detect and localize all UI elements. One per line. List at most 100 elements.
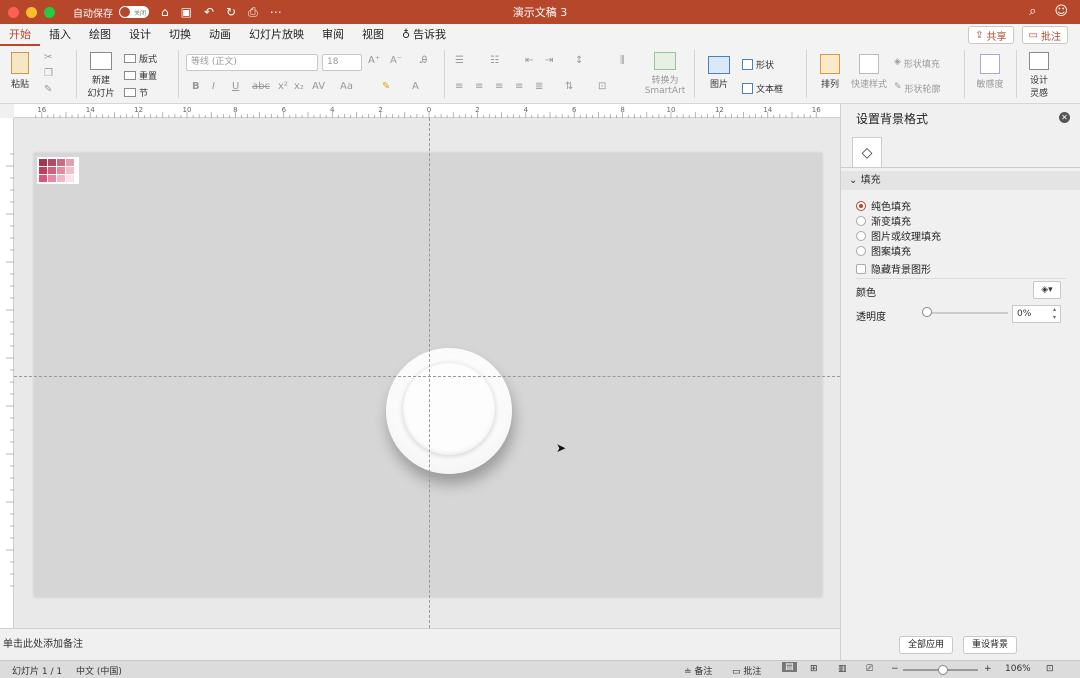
convert-smartart-button[interactable]: 转换为 SmartArt — [640, 52, 690, 96]
slide[interactable] — [34, 153, 822, 597]
share-button[interactable]: ⇪ 共享 — [968, 26, 1014, 44]
columns-icon[interactable]: ⫼ — [620, 55, 625, 66]
strikethrough-icon[interactable]: abc — [252, 81, 270, 92]
save-icon[interactable]: ▣ — [181, 5, 192, 20]
shape-outline-button[interactable]: ✎ 形状轮廓 — [894, 82, 941, 95]
apply-all-button[interactable]: 全部应用 — [899, 636, 954, 654]
picture-fill-radio[interactable] — [856, 230, 866, 241]
color-swatch-image[interactable] — [37, 157, 79, 184]
italic-icon[interactable]: I — [212, 81, 215, 92]
slide-canvas[interactable]: ➤ — [14, 118, 840, 628]
option-pattern-fill[interactable]: 图案填充 — [856, 243, 911, 258]
format-painter-icon[interactable]: ✎ — [44, 84, 52, 95]
section-button[interactable]: 节 — [124, 86, 148, 99]
language-status[interactable]: 中文 (中国) — [76, 664, 122, 677]
increase-font-icon[interactable]: A⁺ — [368, 55, 380, 66]
search-icon[interactable]: ⌕ — [1029, 4, 1036, 19]
distribute-icon[interactable]: ≣ — [535, 81, 543, 92]
tab-transitions[interactable]: 切换 — [160, 24, 200, 46]
color-picker-button[interactable]: ◈▾ — [1033, 281, 1061, 299]
tab-insert[interactable]: 插入 — [40, 24, 80, 46]
normal-view-icon[interactable]: ▤ — [782, 662, 797, 672]
zoom-out-button[interactable]: − — [891, 664, 899, 674]
arrange-button[interactable]: 排列 — [814, 54, 846, 90]
print-icon[interactable]: ⎙ — [248, 5, 258, 20]
fill-section-header[interactable]: ⌄ 填充 — [841, 171, 1080, 190]
tab-draw[interactable]: 绘图 — [80, 24, 120, 46]
char-spacing-icon[interactable]: AV — [312, 81, 325, 92]
font-name-select[interactable]: 等线 (正文) — [186, 54, 318, 71]
line-spacing-icon[interactable]: ↕ — [575, 55, 583, 66]
zoom-in-button[interactable]: + — [984, 664, 992, 674]
gradient-fill-radio[interactable] — [856, 215, 866, 226]
change-case-icon[interactable]: Aa — [340, 81, 353, 92]
underline-icon[interactable]: U — [232, 81, 239, 92]
reading-view-icon[interactable]: ▥ — [838, 664, 847, 674]
textbox-button[interactable]: 文本框 — [742, 82, 783, 95]
slideshow-icon[interactable]: ⎚ — [866, 664, 873, 674]
horizontal-guide[interactable] — [14, 376, 840, 377]
transparency-slider[interactable] — [926, 312, 1008, 314]
decrease-font-icon[interactable]: A⁻ — [390, 55, 402, 66]
option-picture-fill[interactable]: 图片或纹理填充 — [856, 228, 941, 243]
fill-tab-icon[interactable]: ◇ — [852, 137, 882, 167]
fit-window-icon[interactable]: ⊡ — [1046, 664, 1054, 674]
subscript-icon[interactable]: x₂ — [294, 81, 304, 92]
bullets-icon[interactable]: ☰ — [455, 55, 464, 66]
reset-background-button[interactable]: 重设背景 — [963, 636, 1018, 654]
reset-button[interactable]: 重置 — [124, 69, 157, 82]
highlight-icon[interactable]: ✎ — [382, 81, 390, 92]
align-text-icon[interactable]: ⊡ — [598, 81, 606, 92]
option-solid-fill[interactable]: 纯色填充 — [856, 198, 911, 213]
designer-button[interactable]: 设计 灵感 — [1024, 52, 1054, 99]
cut-icon[interactable]: ✂ — [44, 52, 52, 63]
quick-styles-button[interactable]: 快速样式 — [850, 54, 888, 90]
justify-icon[interactable]: ≡ — [515, 81, 523, 92]
tab-view[interactable]: 视图 — [353, 24, 393, 46]
layout-button[interactable]: 版式 — [124, 52, 157, 65]
font-size-select[interactable]: 18 — [322, 54, 362, 71]
hide-bg-checkbox[interactable] — [856, 263, 866, 274]
shape-button[interactable]: 形状 — [742, 58, 774, 71]
notes-toggle[interactable]: ≐ 备注 — [684, 664, 712, 677]
more-icon[interactable]: ⋯ — [270, 5, 282, 20]
close-window-button[interactable] — [8, 6, 19, 18]
transparency-input[interactable]: 0% — [1012, 305, 1061, 323]
maximize-window-button[interactable] — [44, 6, 55, 18]
notes-area[interactable]: 单击此处添加备注 — [0, 628, 840, 660]
plate-outer-shape[interactable] — [386, 348, 512, 474]
superscript-icon[interactable]: x² — [278, 81, 288, 92]
increase-indent-icon[interactable]: ⇥ — [545, 55, 553, 66]
zoom-level[interactable]: 106% — [1005, 664, 1031, 674]
transparency-slider-thumb[interactable] — [922, 307, 932, 317]
decrease-indent-icon[interactable]: ⇤ — [525, 55, 533, 66]
new-slide-button[interactable]: 新建 幻灯片 — [84, 52, 118, 99]
autosave-toggle[interactable]: 关闭 — [119, 6, 149, 18]
sensitivity-button[interactable]: 敏感度 — [970, 54, 1010, 90]
tab-design[interactable]: 设计 — [120, 24, 160, 46]
pattern-fill-radio[interactable] — [856, 245, 866, 256]
zoom-slider-thumb[interactable] — [938, 665, 948, 675]
picture-button[interactable]: 图片 — [702, 56, 736, 90]
tell-me-search[interactable]: ♁ 告诉我 — [393, 24, 455, 46]
tab-home[interactable]: 开始 — [0, 24, 40, 46]
hide-background-graphics[interactable]: 隐藏背景图形 — [856, 261, 931, 276]
option-gradient-fill[interactable]: 渐变填充 — [856, 213, 911, 228]
home-icon[interactable]: ⌂ — [161, 5, 169, 20]
redo-icon[interactable]: ↻ — [226, 5, 236, 20]
close-icon[interactable]: ✕ — [1059, 112, 1070, 123]
align-center-icon[interactable]: ≡ — [475, 81, 483, 92]
shape-fill-button[interactable]: ◈ 形状填充 — [894, 57, 940, 70]
paste-button[interactable]: 粘贴 — [6, 52, 34, 90]
tab-animations[interactable]: 动画 — [200, 24, 240, 46]
font-color-icon[interactable]: A — [412, 81, 419, 92]
align-right-icon[interactable]: ≡ — [495, 81, 503, 92]
solid-fill-radio[interactable] — [856, 200, 866, 211]
comments-toggle[interactable]: ▭ 批注 — [732, 664, 761, 677]
bold-icon[interactable]: B — [192, 81, 200, 92]
minimize-window-button[interactable] — [26, 6, 37, 18]
undo-icon[interactable]: ↶ — [204, 5, 214, 20]
align-left-icon[interactable]: ≡ — [455, 81, 463, 92]
copy-icon[interactable]: ❐ — [44, 68, 53, 79]
tab-slideshow[interactable]: 幻灯片放映 — [240, 24, 313, 46]
